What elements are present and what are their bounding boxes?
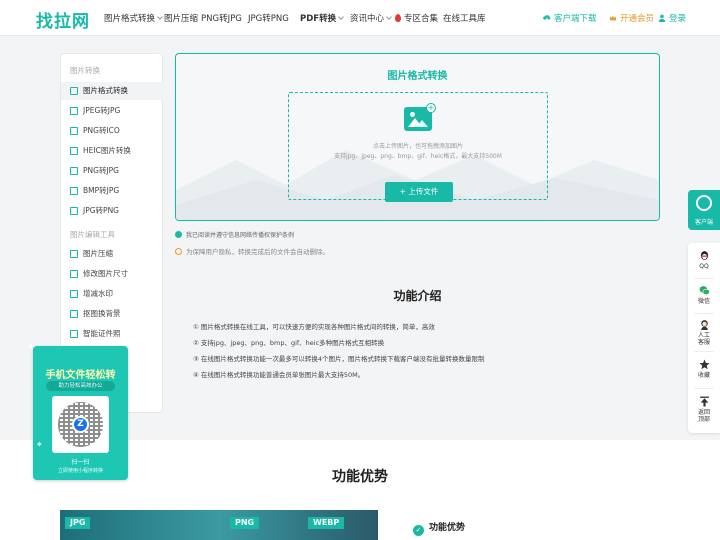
format-tag-png: PNG (230, 517, 260, 529)
supported-formats-hint: 支持jpg、jpeg、png、bmp、gif、heic格式，最大支持500M (334, 153, 502, 160)
cloud-download-icon (543, 15, 551, 21)
back-to-top-button[interactable]: 返回顶部 (688, 396, 720, 423)
image-icon (70, 147, 78, 155)
sidebar-item-jpeg-to-jpg[interactable]: JPEG转JPG (61, 102, 163, 120)
nav-jpg-to-png[interactable]: JPG转PNG (248, 12, 289, 24)
sidebar-item-bmp-to-jpg[interactable]: BMP转JPG (61, 182, 163, 200)
wechat-button[interactable]: 微信 (688, 285, 720, 305)
sidebar-item-png-to-ico[interactable]: PNG转ICO (61, 122, 163, 140)
promo-subtitle: 助力轻松高效办公 (46, 381, 115, 391)
qq-button[interactable]: QQ (688, 250, 720, 270)
favorite-button[interactable]: 收藏 (688, 359, 720, 379)
promo-title: 手机文件轻松转 (45, 370, 116, 381)
resize-icon (70, 270, 78, 278)
feature-line: ④ 在线图片格式转换功能普通会员单张图片最大支持50M。 (193, 371, 365, 379)
sidebar-item-jpg-to-png[interactable]: JPG转PNG (61, 202, 163, 220)
arrow-up-icon (699, 396, 709, 407)
id-photo-icon (70, 330, 78, 338)
sidebar-item-cutout[interactable]: 抠图换背景 (61, 305, 163, 323)
client-float-button[interactable]: 客户端 (688, 190, 720, 230)
feature-line: ① 图片格式转换在线工具，可以快速方便的实现各种图片格式间的转换，简单，高效 (193, 323, 435, 331)
sparkle-icon: ✦ (36, 440, 43, 449)
sidebar-section-title: 图片转换 (70, 66, 100, 75)
nav-png-to-jpg[interactable]: PNG转JPG (201, 12, 242, 24)
chevron-down-icon (386, 14, 392, 20)
wechat-icon (699, 286, 710, 295)
sidebar-item-png-to-jpg[interactable]: PNG转JPG (61, 162, 163, 180)
star-icon (698, 359, 710, 370)
top-navbar: 找拉网 图片格式转换 图片压缩 PNG转JPG JPG转PNG PDF转换 资讯… (0, 0, 720, 36)
image-icon (70, 207, 78, 215)
image-icon (70, 167, 78, 175)
nav-special-collection[interactable]: 专区合集 (395, 12, 438, 24)
image-upload-icon: + (404, 103, 436, 131)
sidebar-item-image-compress[interactable]: 图片压缩 (61, 245, 163, 263)
sidebar-item-id-photo[interactable]: 智能证件照 (61, 325, 163, 343)
feature-line: ② 支持jpg、jpeg、png、bmp、gif、heic多种图片格式互相转换 (193, 339, 385, 347)
client-download-link[interactable]: 客户端下载 (543, 12, 597, 24)
upload-file-button[interactable]: + 上传文件 (385, 182, 453, 202)
crown-icon (609, 15, 617, 21)
check-circle-icon (175, 231, 182, 238)
sidebar-section-title: 图片编辑工具 (70, 230, 115, 239)
compress-icon (70, 250, 78, 258)
format-tag-webp: WEBP (308, 517, 345, 529)
upload-title: 图片格式转换 (387, 71, 448, 82)
nav-pdf-convert[interactable]: PDF转换 (300, 12, 344, 24)
upload-panel: 图片格式转换 + 点击上传图片，也可拖拽添加图片 支持jpg、jpeg、png、… (175, 53, 660, 221)
advantage-heading: ✓ 功能优势 (413, 520, 465, 536)
customer-service-icon (700, 320, 708, 330)
nav-image-compress[interactable]: 图片压缩 (164, 12, 198, 24)
watermark-icon (70, 290, 78, 298)
user-icon (658, 14, 666, 22)
scan-label: 扫一扫 (71, 459, 90, 466)
feature-intro-title: 功能介绍 (393, 289, 442, 303)
cloud-icon (696, 195, 712, 211)
privacy-notice: 为保障用户隐私，转换完成后的文件会自动删除。 (175, 246, 329, 256)
mobile-promo-card[interactable]: ✦ ✦ 手机文件轻松转 助力轻松高效办公 Z 扫一扫 立即使用小程序转换 (27, 342, 128, 480)
human-service-button[interactable]: 人工客服 (688, 319, 720, 346)
sparkle-icon: ✦ (27, 342, 36, 353)
upload-hint: 点击上传图片，也可拖拽添加图片 (372, 143, 463, 150)
image-icon (70, 107, 78, 115)
format-tag-jpg: JPG (65, 517, 91, 529)
sidebar-item-resize[interactable]: 修改图片尺寸 (61, 265, 163, 283)
open-vip-link[interactable]: 开通会员 (609, 12, 654, 24)
login-link[interactable]: 登录 (658, 12, 686, 24)
nav-image-format-convert[interactable]: 图片格式转换 (104, 12, 163, 24)
lightbulb-icon (175, 248, 182, 255)
qq-penguin-icon (700, 251, 708, 260)
sidebar-item-watermark[interactable]: 增减水印 (61, 285, 163, 303)
check-icon: ✓ (413, 525, 424, 536)
cutout-icon (70, 310, 78, 318)
chevron-down-icon (157, 14, 163, 20)
chevron-down-icon (338, 14, 344, 20)
nav-news-center[interactable]: 资讯中心 (350, 12, 392, 24)
feature-line: ③ 在线图片格式转换功能一次最多可以转换4个图片，图片格式转换下载客户端没有批量… (193, 355, 485, 363)
image-icon (70, 127, 78, 135)
nav-online-tools[interactable]: 在线工具库 (443, 12, 486, 24)
format-banner-image: JPG PNG WEBP (60, 510, 378, 540)
sidebar-item-image-format-convert[interactable]: 图片格式转换 (61, 82, 163, 100)
image-icon (70, 187, 78, 195)
scan-sub-label: 立即使用小程序转换 (57, 468, 103, 474)
image-icon (70, 87, 78, 95)
right-float-bar: QQ 微信 人工客服 收藏 返回顶部 (688, 243, 720, 433)
sidebar-item-heic-convert[interactable]: HEIC图片转换 (61, 142, 163, 160)
fire-icon (395, 14, 401, 22)
mini-program-qr-code: Z (52, 396, 109, 453)
agreement-checkbox[interactable]: 我已阅读并遵守信息网络传播权保护条例 (175, 230, 294, 239)
file-dropzone[interactable]: + 点击上传图片，也可拖拽添加图片 支持jpg、jpeg、png、bmp、gif… (288, 92, 548, 202)
site-logo[interactable]: 找拉网 (36, 7, 90, 32)
